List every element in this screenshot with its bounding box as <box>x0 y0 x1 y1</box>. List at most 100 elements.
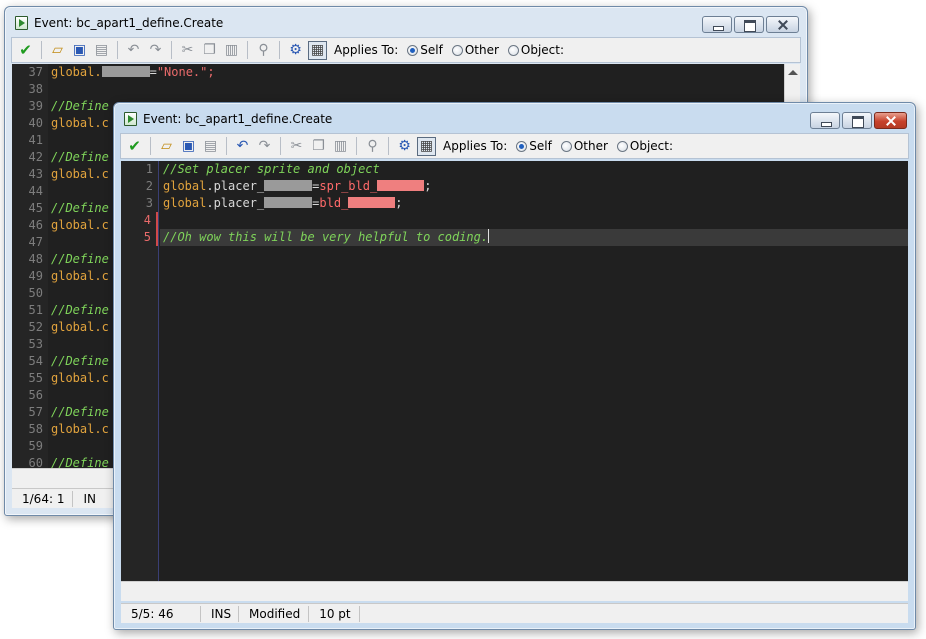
line-number: 4 <box>121 212 158 229</box>
line-number: 1 <box>145 162 153 176</box>
radio-unchecked-icon <box>451 44 463 56</box>
font-size-indicator: 10 pt <box>309 605 360 622</box>
open-folder-icon[interactable]: ▱ <box>48 41 67 60</box>
scroll-up-arrow-icon[interactable] <box>788 70 798 75</box>
script-event-icon <box>124 112 137 126</box>
print-icon[interactable]: ▤ <box>201 137 220 156</box>
line-number: 50 <box>28 286 43 300</box>
radio-label: Other <box>464 43 499 57</box>
line-number: 52 <box>28 320 43 334</box>
status-bar: 5/5: 46 INS Modified 10 pt <box>121 603 908 623</box>
line-number: 41 <box>28 133 43 147</box>
toolbar-separator <box>388 137 389 155</box>
toolbar-separator <box>117 41 118 59</box>
title-bar[interactable]: Event: bc_apart1_define.Create <box>5 7 807 37</box>
toolbar-separator <box>150 137 151 155</box>
radio-label: Self <box>529 139 552 153</box>
radio-unchecked-icon <box>507 44 519 56</box>
code-line: global. ="None."; <box>51 65 215 79</box>
radio-checked-icon <box>407 44 419 56</box>
redacted-text <box>264 197 313 208</box>
toolbar-separator <box>280 137 281 155</box>
paste-icon[interactable]: ▥ <box>222 41 241 60</box>
radio-label: Other <box>573 139 608 153</box>
horizontal-scrollbar[interactable] <box>121 581 908 601</box>
redacted-text <box>264 180 313 191</box>
script-properties-icon[interactable]: ▦ <box>308 40 327 60</box>
code-line: global.placer_ =spr_bld_; <box>163 179 432 193</box>
line-number: 40 <box>28 116 43 130</box>
ok-check-icon[interactable]: ✔ <box>125 137 144 156</box>
toolbar: ✔ ▱ ▣ ▤ ↶ ↷ ✂ ❐ ▥ ⚲ ⚙ ▦ Applies To: Self… <box>11 37 801 63</box>
code-line: //Set placer sprite and object <box>163 162 380 176</box>
close-button[interactable] <box>874 112 907 129</box>
cut-icon[interactable]: ✂ <box>287 137 306 156</box>
copy-icon[interactable]: ❐ <box>200 41 219 60</box>
current-code-line: //Oh wow this will be very helpful to co… <box>160 229 908 246</box>
line-number: 59 <box>28 439 43 453</box>
radio-unchecked-icon <box>616 140 628 152</box>
radio-label: Self <box>420 43 443 57</box>
code-area[interactable]: //Set placer sprite and object global.pl… <box>160 161 908 581</box>
close-button[interactable] <box>766 16 799 33</box>
applies-other-radio[interactable]: Other <box>560 139 608 153</box>
find-icon[interactable]: ⚲ <box>363 137 382 156</box>
line-number: 2 <box>145 179 153 193</box>
applies-self-radio[interactable]: Self <box>516 139 552 153</box>
minimize-button[interactable] <box>810 112 840 129</box>
line-number-gutter: 1 2 3 45 <box>121 161 159 581</box>
paste-icon[interactable]: ▥ <box>331 137 350 156</box>
redo-icon[interactable]: ↷ <box>146 41 165 60</box>
save-icon[interactable]: ▣ <box>70 41 89 60</box>
cut-icon[interactable]: ✂ <box>178 41 197 60</box>
line-number: 51 <box>28 303 43 317</box>
insert-mode: INS <box>201 605 239 622</box>
cursor-position: 1/64: 1 <box>12 490 74 507</box>
applies-object-radio[interactable]: Object: <box>507 43 565 57</box>
line-number: 57 <box>28 405 43 419</box>
line-number: 39 <box>28 99 43 113</box>
line-number: 38 <box>28 82 43 96</box>
toolbar: ✔ ▱ ▣ ▤ ↶ ↷ ✂ ❐ ▥ ⚲ ⚙ ▦ Applies To: Self… <box>120 133 909 159</box>
undo-icon[interactable]: ↶ <box>233 137 252 156</box>
script-event-icon <box>15 16 28 30</box>
toolbar-separator <box>247 41 248 59</box>
applies-other-radio[interactable]: Other <box>451 43 499 57</box>
line-number: 56 <box>28 388 43 402</box>
code-editor[interactable]: 1 2 3 45 //Set placer sprite and object glo… <box>121 161 908 581</box>
open-folder-icon[interactable]: ▱ <box>157 137 176 156</box>
window-title: Event: bc_apart1_define.Create <box>143 112 333 126</box>
line-number: 47 <box>28 235 43 249</box>
radio-unchecked-icon <box>560 140 572 152</box>
code-tools-icon[interactable]: ⚙ <box>286 41 305 60</box>
redacted-text <box>101 66 150 77</box>
line-number: 49 <box>28 269 43 283</box>
line-number: 53 <box>28 337 43 351</box>
modified-indicator: Modified <box>239 605 310 622</box>
minimize-button[interactable] <box>702 16 732 33</box>
applies-to-label: Applies To: <box>334 43 399 57</box>
undo-icon[interactable]: ↶ <box>124 41 143 60</box>
save-icon[interactable]: ▣ <box>179 137 198 156</box>
line-number: 37 <box>28 65 43 79</box>
title-bar[interactable]: Event: bc_apart1_define.Create <box>114 103 915 133</box>
code-tools-icon[interactable]: ⚙ <box>395 137 414 156</box>
front-code-editor-window[interactable]: Event: bc_apart1_define.Create ✔ ▱ ▣ ▤ ↶… <box>113 102 916 630</box>
find-icon[interactable]: ⚲ <box>254 41 273 60</box>
redacted-text <box>377 180 425 191</box>
ok-check-icon[interactable]: ✔ <box>16 41 35 60</box>
line-number: 42 <box>28 150 43 164</box>
maximize-button[interactable] <box>734 16 764 33</box>
copy-icon[interactable]: ❐ <box>309 137 328 156</box>
maximize-button[interactable] <box>842 112 872 129</box>
line-number: 45 <box>28 201 43 215</box>
toolbar-separator <box>226 137 227 155</box>
code-line: global.placer_ =bld_; <box>163 196 403 210</box>
radio-label: Object: <box>520 43 565 57</box>
applies-self-radio[interactable]: Self <box>407 43 443 57</box>
print-icon[interactable]: ▤ <box>92 41 111 60</box>
script-properties-icon[interactable]: ▦ <box>417 136 436 156</box>
applies-object-radio[interactable]: Object: <box>616 139 673 153</box>
redo-icon[interactable]: ↷ <box>255 137 274 156</box>
